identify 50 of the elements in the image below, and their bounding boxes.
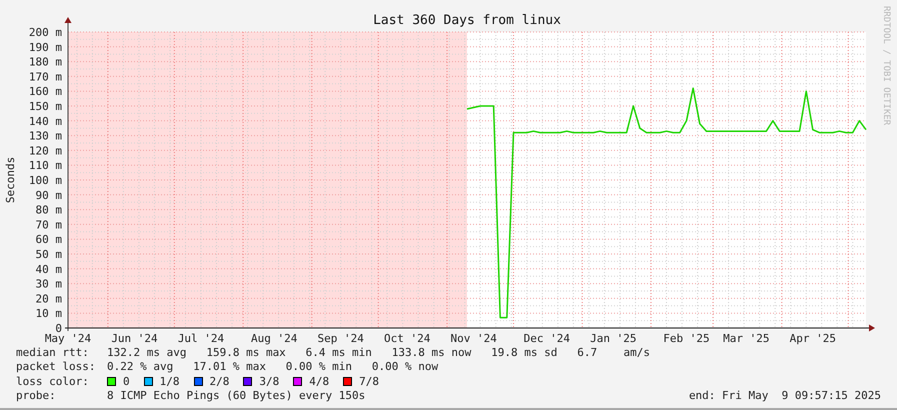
y-tick-label: 140 m <box>28 114 62 128</box>
y-tick-label: 180 m <box>28 56 62 69</box>
probe-text: 8 ICMP Echo Pings (60 Bytes) every 150s <box>107 388 366 404</box>
y-tick-label: 90 m <box>36 188 62 202</box>
x-tick-label: Jan '25 <box>590 332 636 345</box>
loss-color-label: 1/8 <box>160 374 180 389</box>
y-tick-label: 150 m <box>28 100 62 113</box>
y-tick-label: 60 m <box>36 233 62 246</box>
end-time: end: Fri May 9 09:57:15 2025 <box>688 388 881 404</box>
x-tick-label: Feb '25 <box>663 332 710 345</box>
y-tick-label: 80 m <box>36 204 62 217</box>
packet-loss-stats: 0.22 % avg 17.01 % max 0.00 % min 0.00 % now <box>107 360 438 375</box>
y-tick-label: 130 m <box>28 130 62 143</box>
y-tick-label: 0 <box>55 322 62 335</box>
x-tick-label: Jun '24 <box>111 332 158 345</box>
y-tick-label: 20 m <box>36 292 62 306</box>
y-tick-label: 30 m <box>36 278 62 291</box>
y-tick-label: 110 m <box>28 159 62 172</box>
y-tick-label: 170 m <box>28 70 62 84</box>
y-tick-label: 40 m <box>36 262 62 276</box>
x-tick-label: May '24 <box>44 332 92 345</box>
legend-label: probe: <box>16 388 57 404</box>
y-tick-label: 50 m <box>36 248 62 261</box>
x-tick-label: Mar '25 <box>723 332 770 345</box>
x-tick-label: Dec '24 <box>524 332 570 345</box>
credit-text: RRDTOOL / TOBI OETIKER <box>881 6 891 126</box>
y-tick-label: 200 m <box>28 26 62 39</box>
x-tick-label: Sep '24 <box>317 332 364 345</box>
x-tick-label: Jul '24 <box>178 332 224 345</box>
loss-color-label: 0 <box>123 374 130 389</box>
y-tick-label: 70 m <box>36 218 62 232</box>
y-tick-label: 190 m <box>28 40 62 54</box>
median-rtt-stats: 132.2 ms avg 159.8 ms max 6.4 ms min 133.8 ms now 19.8 ms sd 6.7 am/s <box>107 346 650 360</box>
chart-title: Last 360 Days from linux <box>373 13 561 28</box>
y-axis-label: Seconds <box>4 156 17 204</box>
y-tick-label: 160 m <box>28 85 62 98</box>
x-tick-label: Oct '24 <box>384 332 430 345</box>
loss-color-label: 7/8 <box>359 374 379 389</box>
loss-color-label: 4/8 <box>309 374 330 389</box>
y-tick-label: 100 m <box>28 174 62 187</box>
loss-color-label: 3/8 <box>259 374 280 389</box>
x-tick-label: Aug '24 <box>250 332 298 345</box>
legend-label: loss color: <box>16 374 90 389</box>
legend-label: packet loss: <box>16 360 96 375</box>
y-tick-label: 10 m <box>36 307 62 320</box>
x-tick-label: Nov '24 <box>450 332 497 345</box>
legend-label: median rtt: <box>16 346 90 360</box>
x-tick-label: Apr '25 <box>790 332 836 345</box>
loss-color-label: 2/8 <box>210 374 230 389</box>
y-tick-label: 120 m <box>28 144 62 158</box>
